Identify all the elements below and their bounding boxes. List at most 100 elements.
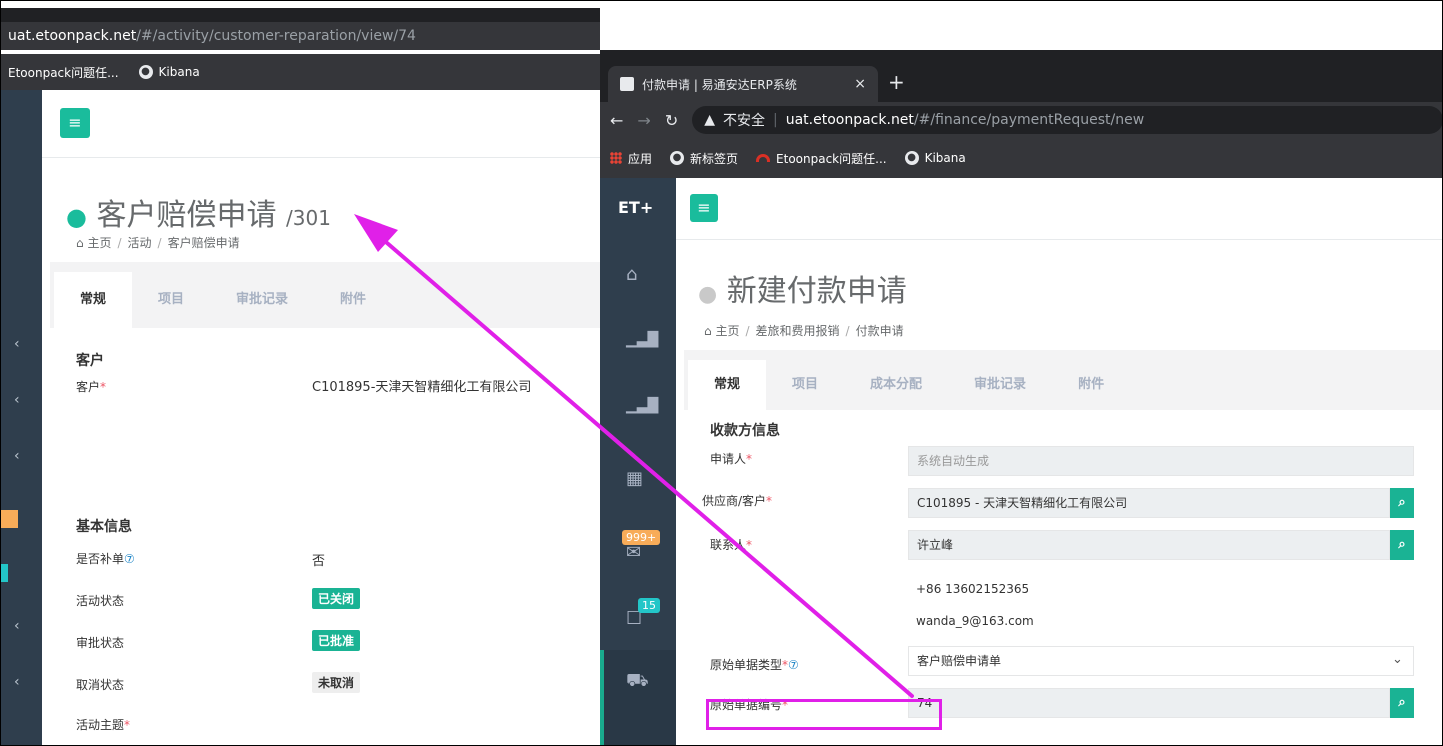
section-basic-info: 基本信息	[76, 519, 132, 535]
left-top-navbar: ≡	[42, 90, 600, 158]
chevron-left-icon[interactable]: ‹	[14, 448, 20, 464]
search-icon[interactable]: ⌕	[1390, 488, 1414, 518]
applicant-input[interactable]: 系统自动生成	[908, 446, 1414, 476]
chevron-left-icon[interactable]: ‹	[14, 392, 20, 408]
breadcrumb-current: 付款申请	[855, 324, 904, 338]
bookmark-kibana[interactable]: ● Kibana	[138, 65, 200, 79]
right-form-panel: 常规 项目 成本分配 审批记录 附件 收款方信息 申请人* 系统自动生成 供应商…	[684, 350, 1443, 746]
activity-status-label: 活动状态	[76, 594, 125, 608]
right-browser-window: 付款申请 | 易通安达ERP系统 × + ← → ↻ ▲ 不安全 | uat.e…	[600, 50, 1443, 746]
page-title: ● 客户赔偿申请 /301	[66, 190, 331, 234]
tab-general[interactable]: 常规	[54, 272, 133, 328]
annotation-highlight-box	[706, 699, 942, 730]
favicon-icon	[620, 77, 634, 91]
close-tab-icon[interactable]: ×	[854, 76, 866, 92]
breadcrumb-home[interactable]: 主页	[715, 324, 739, 338]
customer-label: 客户*	[76, 380, 107, 394]
title-dot-icon: ●	[698, 282, 718, 307]
left-browser-window: uat.etoonpack.net/#/activity/customer-re…	[0, 0, 600, 746]
tab-approval-records[interactable]: 审批记录	[210, 272, 314, 328]
bookmark-label: 新标签页	[690, 151, 739, 166]
mail-icon[interactable]: ✉	[626, 542, 641, 563]
tab-general[interactable]: 常规	[688, 360, 767, 410]
tab-items[interactable]: 项目	[132, 272, 210, 328]
sidebar-active-item[interactable]: ⛟	[600, 650, 676, 746]
bookmark-etoonpack[interactable]: Etoonpack问题任...	[8, 64, 119, 81]
globe-icon: ●	[904, 151, 919, 165]
globe-icon: ●	[670, 151, 685, 165]
url-domain: uat.etoonpack.net	[785, 112, 914, 128]
contact-phone: +86 13602152365	[916, 582, 1030, 596]
menu-toggle-button[interactable]: ≡	[690, 194, 718, 222]
chevron-left-icon[interactable]: ‹	[14, 336, 20, 352]
left-url-domain: uat.etoonpack.net	[8, 28, 137, 44]
mail-count-badge: 999+	[622, 530, 661, 545]
home-icon: ⌂	[76, 236, 84, 250]
apps-grid-icon	[610, 152, 622, 164]
search-icon[interactable]: ⌕	[1390, 530, 1414, 560]
bar-chart-icon[interactable]: ▁▃█	[626, 398, 658, 414]
right-main-content: ≡ ● 新建付款申请 ⌂ 主页 / 差旅和费用报销 / 付款申请 常规 项目 成本分配 …	[676, 178, 1443, 746]
address-bar[interactable]: ▲ 不安全 | uat.etoonpack.net/#/finance/paym…	[692, 106, 1443, 134]
contact-label: 联系人*	[710, 538, 753, 552]
menu-toggle-button[interactable]: ≡	[60, 108, 90, 138]
page-title-text: 新建付款申请	[726, 274, 907, 309]
reissue-label: 是否补单⑦	[76, 552, 135, 566]
bookmark-new-tab[interactable]: ● 新标签页	[670, 150, 738, 167]
activity-status-badge: 已关闭	[312, 588, 361, 609]
supplier-customer-label: 供应商/客户*	[702, 494, 773, 508]
left-window-top-strip	[0, 0, 600, 22]
search-icon[interactable]: ⌕	[1390, 688, 1414, 718]
reload-icon[interactable]: ↻	[665, 111, 678, 130]
approval-status-badge: 已批准	[312, 630, 361, 651]
contact-email: wanda_9@163.com	[916, 614, 1034, 628]
left-form-card: 客户 客户* C101895-天津天智精细化工有限公司 基本信息 是否补单⑦ 否…	[50, 328, 600, 746]
doc-number-input[interactable]: 74	[908, 688, 1390, 718]
bookmark-label: Kibana	[158, 65, 200, 79]
chevron-left-icon[interactable]: ‹	[14, 674, 20, 690]
truck-icon: ⛟	[626, 670, 649, 691]
applicant-label: 申请人*	[710, 452, 753, 466]
tab-attachments[interactable]: 附件	[1052, 360, 1130, 410]
supplier-customer-input[interactable]: C101895 - 天津天智精细化工有限公司	[908, 488, 1390, 518]
bookmark-kibana[interactable]: ● Kibana	[904, 151, 966, 165]
home-icon[interactable]: ⌂	[626, 264, 637, 285]
tab-items[interactable]: 项目	[766, 360, 844, 410]
help-icon: ⑦	[788, 658, 799, 672]
back-arrow-icon[interactable]: ←	[610, 111, 623, 130]
app-logo[interactable]: ET+	[618, 198, 653, 217]
bookmark-label: 应用	[628, 151, 653, 166]
left-address-bar[interactable]: uat.etoonpack.net/#/activity/customer-re…	[0, 22, 600, 50]
globe-icon: ●	[138, 65, 153, 79]
activity-subject-label: 活动主题*	[76, 718, 131, 732]
contact-input[interactable]: 许立峰	[908, 530, 1390, 560]
tab-approval-records[interactable]: 审批记录	[948, 360, 1052, 410]
bookmark-etoonpack[interactable]: Etoonpack问题任...	[756, 150, 887, 167]
browser-tab-payment-request[interactable]: 付款申请 | 易通安达ERP系统 ×	[608, 66, 878, 102]
table-grid-icon[interactable]: ▦	[626, 468, 643, 489]
chevron-down-icon[interactable]: ⌄	[1392, 652, 1403, 667]
customer-value: C101895-天津天智精细化工有限公司	[312, 380, 532, 395]
url-path: /#/finance/paymentRequest/new	[913, 112, 1145, 128]
section-customer: 客户	[76, 353, 104, 369]
new-tab-button[interactable]: +	[888, 70, 905, 94]
breadcrumb-travel-expense[interactable]: 差旅和费用报销	[756, 324, 840, 338]
chevron-left-icon[interactable]: ‹	[14, 618, 20, 634]
bookmark-apps[interactable]: 应用	[610, 150, 652, 167]
breadcrumb-home[interactable]: 主页	[87, 236, 111, 250]
cancel-status-label: 取消状态	[76, 678, 125, 692]
bar-chart-icon[interactable]: ▁▃█	[626, 332, 658, 348]
tab-cost-allocation[interactable]: 成本分配	[844, 360, 948, 410]
breadcrumb: ⌂ 主页 / 差旅和费用报销 / 付款申请	[704, 324, 904, 338]
forward-arrow-icon[interactable]: →	[637, 111, 650, 130]
tab-attachments[interactable]: 附件	[314, 272, 392, 328]
cancel-status-badge: 未取消	[312, 672, 361, 693]
breadcrumb-activity[interactable]: 活动	[128, 236, 152, 250]
reissue-value: 否	[312, 554, 326, 569]
left-url-path: /#/activity/customer-reparation/view/74	[136, 28, 416, 44]
badge-marker-orange	[0, 510, 18, 528]
right-toolbar: ← → ↻ ▲ 不安全 | uat.etoonpack.net/#/financ…	[600, 102, 1443, 138]
warning-triangle-icon[interactable]: ▲	[704, 112, 715, 128]
right-bookmarks-bar: 应用 ● 新标签页 Etoonpack问题任... ● Kibana	[600, 138, 1443, 178]
doc-type-select[interactable]: 客户赔偿申请单	[908, 646, 1414, 676]
